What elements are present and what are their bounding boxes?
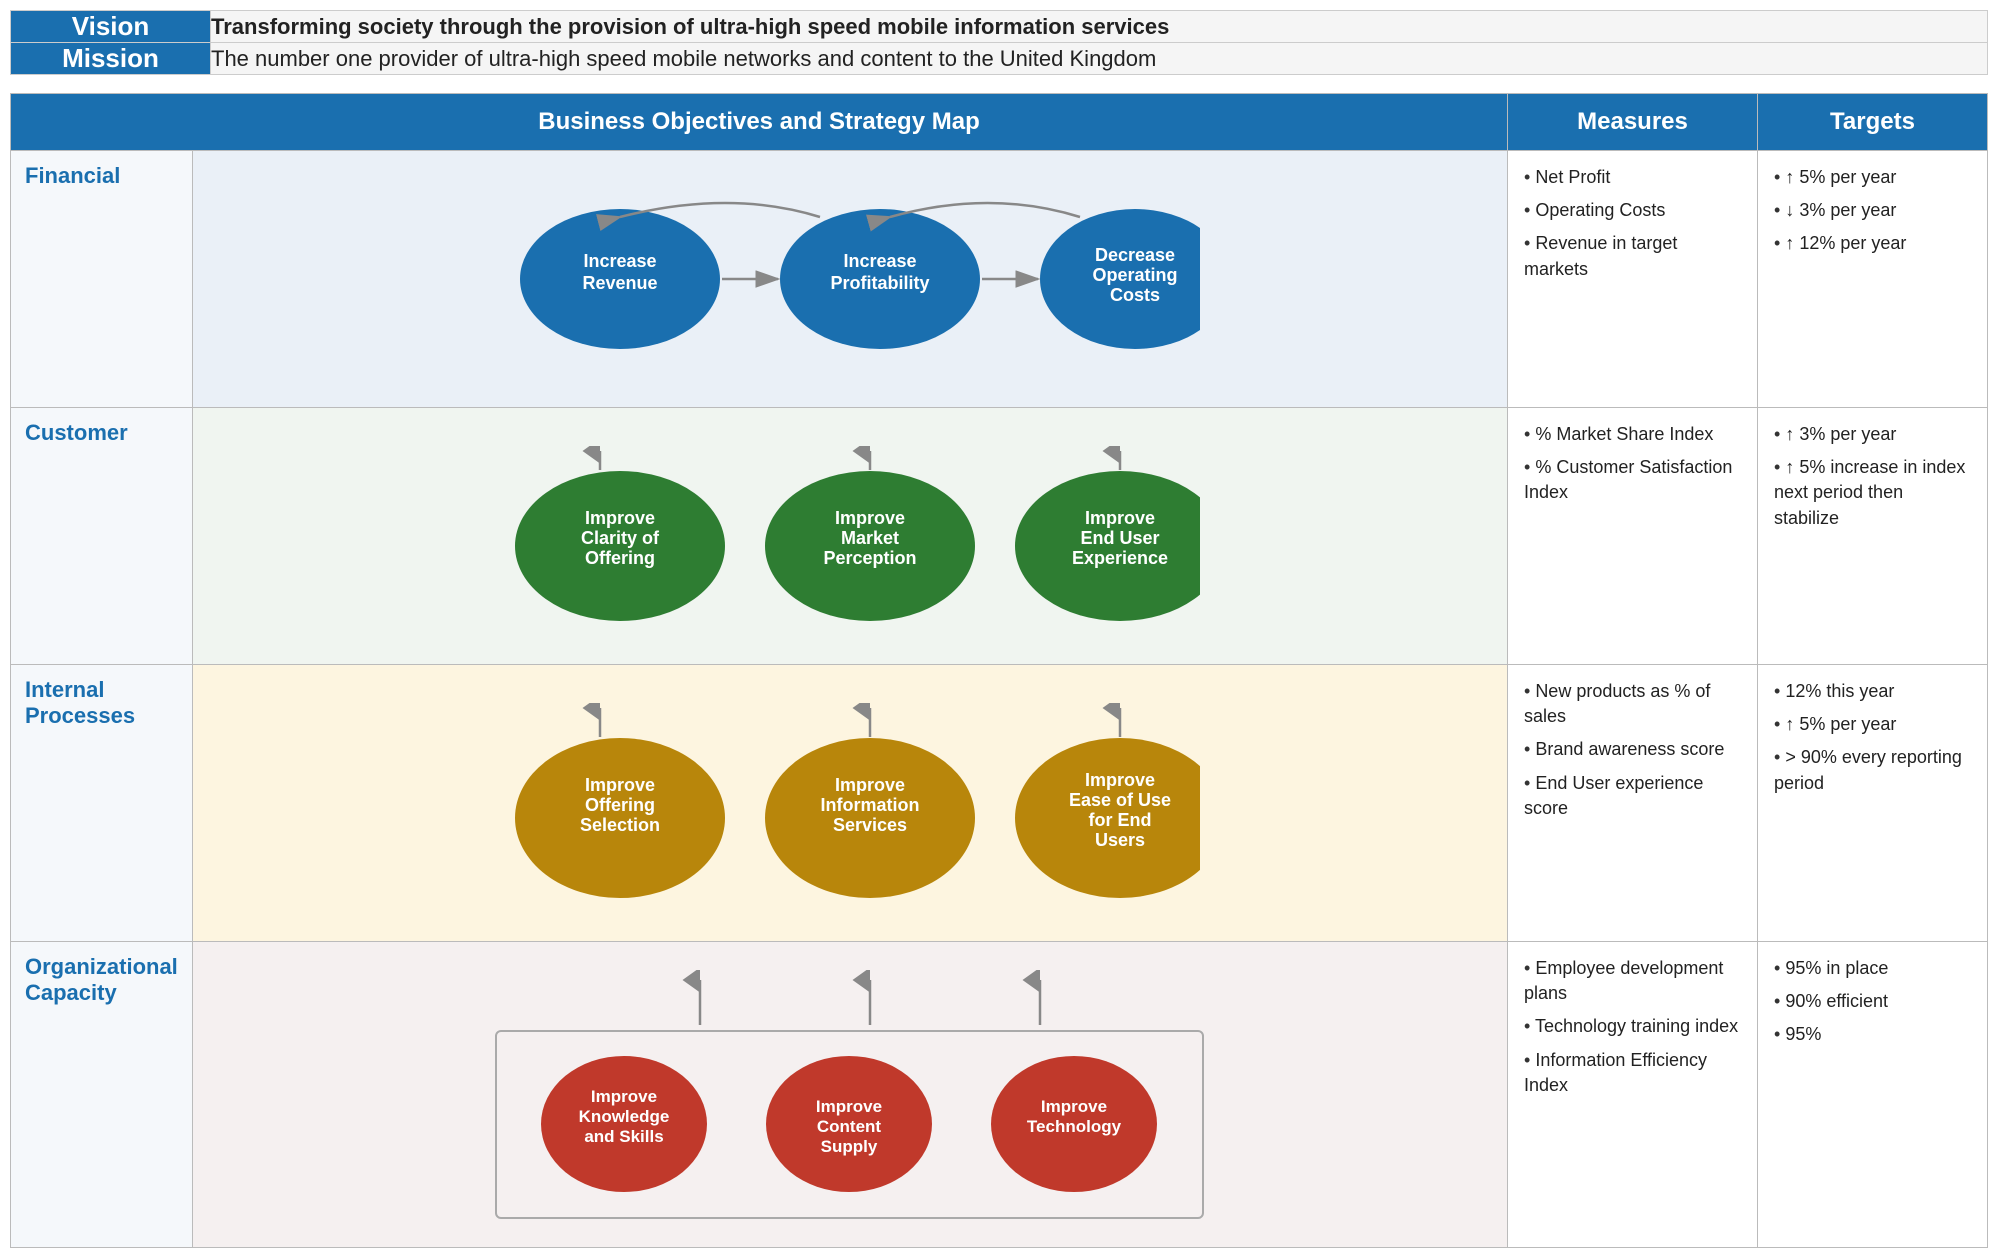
svg-text:Users: Users: [1095, 830, 1145, 850]
customer-measures: % Market Share Index % Customer Satisfac…: [1508, 408, 1758, 665]
target-item: ↑ 5% per year: [1774, 712, 1971, 737]
svg-text:Increase: Increase: [843, 251, 916, 271]
svg-text:Perception: Perception: [823, 548, 916, 568]
measure-item: New products as % of sales: [1524, 679, 1741, 729]
mission-label: Mission: [11, 43, 211, 75]
header-objectives: Business Objectives and Strategy Map: [11, 94, 1508, 151]
svg-text:Technology: Technology: [1027, 1117, 1122, 1136]
vision-text: Transforming society through the provisi…: [211, 11, 1988, 43]
internal-label: Internal Processes: [11, 665, 193, 942]
svg-text:Knowledge: Knowledge: [579, 1107, 670, 1126]
org-up-arrows-svg: [500, 970, 1200, 1030]
svg-text:Services: Services: [833, 815, 907, 835]
svg-text:Selection: Selection: [580, 815, 660, 835]
measure-item: Brand awareness score: [1524, 737, 1741, 762]
measure-item: % Customer Satisfaction Index: [1524, 455, 1741, 505]
svg-text:and Skills: and Skills: [585, 1127, 664, 1146]
mission-text: The number one provider of ultra-high sp…: [211, 43, 1988, 75]
internal-diagram: Improve Offering Selection Improve Infor…: [192, 665, 1507, 942]
target-item: 90% efficient: [1774, 989, 1971, 1014]
customer-label: Customer: [11, 408, 193, 665]
measure-item: Revenue in target markets: [1524, 231, 1741, 281]
target-item: ↑ 3% per year: [1774, 422, 1971, 447]
financial-arrows-svg: Increase Revenue Increase Profitability: [500, 199, 1200, 359]
svg-text:Improve: Improve: [585, 775, 655, 795]
measure-item: Information Efficiency Index: [1524, 1048, 1741, 1098]
svg-text:Market: Market: [841, 528, 899, 548]
svg-text:Decrease: Decrease: [1095, 245, 1175, 265]
org-label: Organizational Capacity: [11, 942, 193, 1248]
customer-arrows-svg: Improve Clarity of Offering Improve Mark…: [500, 446, 1200, 626]
target-item: ↑ 12% per year: [1774, 231, 1971, 256]
vm-table: Vision Transforming society through the …: [10, 10, 1988, 75]
internal-measures: New products as % of sales Brand awarene…: [1508, 665, 1758, 942]
org-node-3-svg: Improve Technology: [987, 1052, 1162, 1197]
svg-text:Improve: Improve: [1085, 770, 1155, 790]
measure-item: Net Profit: [1524, 165, 1741, 190]
financial-diagram: Increase Revenue Increase Profitability: [192, 151, 1507, 408]
svg-text:Content: Content: [817, 1117, 882, 1136]
header-measures: Measures: [1508, 94, 1758, 151]
svg-text:Increase: Increase: [583, 251, 656, 271]
financial-targets: ↑ 5% per year ↓ 3% per year ↑ 12% per ye…: [1758, 151, 1988, 408]
svg-text:Improve: Improve: [585, 508, 655, 528]
header-targets: Targets: [1758, 94, 1988, 151]
org-node-1-svg: Improve Knowledge and Skills: [537, 1052, 712, 1197]
strategy-map-table: Business Objectives and Strategy Map Mea…: [10, 93, 1988, 1248]
svg-text:Costs: Costs: [1110, 285, 1160, 305]
measure-item: Operating Costs: [1524, 198, 1741, 223]
svg-text:Operating: Operating: [1092, 265, 1177, 285]
svg-text:for End: for End: [1088, 810, 1151, 830]
svg-text:Improve: Improve: [1085, 508, 1155, 528]
target-item: ↑ 5% increase in index next period then …: [1774, 455, 1971, 531]
target-item: 95%: [1774, 1022, 1971, 1047]
svg-text:Improve: Improve: [1041, 1097, 1107, 1116]
svg-text:Improve: Improve: [835, 508, 905, 528]
measure-item: End User experience score: [1524, 771, 1741, 821]
target-item: ↑ 5% per year: [1774, 165, 1971, 190]
svg-text:Profitability: Profitability: [830, 273, 929, 293]
svg-text:Improve: Improve: [816, 1097, 882, 1116]
measure-item: Employee development plans: [1524, 956, 1741, 1006]
target-item: 12% this year: [1774, 679, 1971, 704]
target-item: ↓ 3% per year: [1774, 198, 1971, 223]
org-measures: Employee development plans Technology tr…: [1508, 942, 1758, 1248]
svg-text:Improve: Improve: [835, 775, 905, 795]
svg-text:Experience: Experience: [1072, 548, 1168, 568]
customer-targets: ↑ 3% per year ↑ 5% increase in index nex…: [1758, 408, 1988, 665]
org-node-2-svg: Improve Content Supply: [762, 1052, 937, 1197]
internal-arrows-svg: Improve Offering Selection Improve Infor…: [500, 703, 1200, 903]
org-diagram: Improve Knowledge and Skills Improve Con…: [192, 942, 1507, 1248]
svg-text:Improve: Improve: [591, 1087, 657, 1106]
svg-text:Ease of Use: Ease of Use: [1069, 790, 1171, 810]
org-targets: 95% in place 90% efficient 95%: [1758, 942, 1988, 1248]
svg-text:Information: Information: [820, 795, 919, 815]
measure-item: % Market Share Index: [1524, 422, 1741, 447]
internal-targets: 12% this year ↑ 5% per year > 90% every …: [1758, 665, 1988, 942]
svg-text:Clarity of: Clarity of: [581, 528, 660, 548]
svg-text:Supply: Supply: [821, 1137, 878, 1156]
svg-text:Offering: Offering: [585, 795, 655, 815]
target-item: > 90% every reporting period: [1774, 745, 1971, 795]
svg-text:Revenue: Revenue: [582, 273, 657, 293]
measure-item: Technology training index: [1524, 1014, 1741, 1039]
customer-diagram: Improve Clarity of Offering Improve Mark…: [192, 408, 1507, 665]
target-item: 95% in place: [1774, 956, 1971, 981]
vision-label: Vision: [11, 11, 211, 43]
financial-measures: Net Profit Operating Costs Revenue in ta…: [1508, 151, 1758, 408]
svg-text:Offering: Offering: [585, 548, 655, 568]
svg-text:End User: End User: [1080, 528, 1159, 548]
financial-label: Financial: [11, 151, 193, 408]
